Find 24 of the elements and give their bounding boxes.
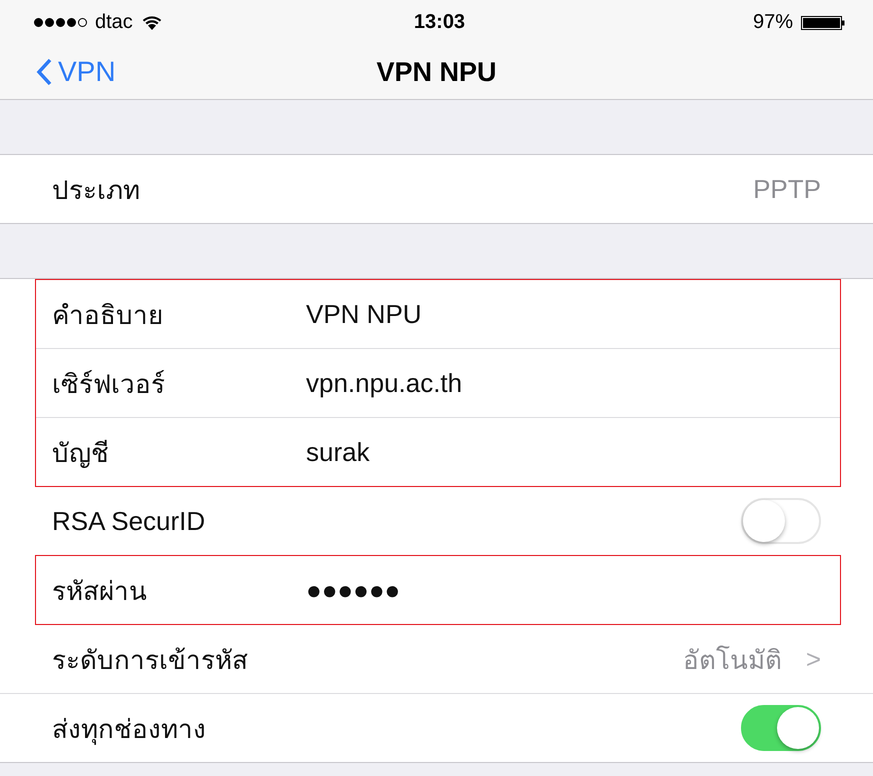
field-value[interactable]: surak	[306, 436, 822, 468]
back-button[interactable]: VPN	[36, 56, 116, 88]
row-label: บัญชี	[52, 436, 110, 470]
row-label: ส่งทุกช่องทาง	[52, 712, 207, 747]
battery-icon	[800, 16, 845, 30]
field-value[interactable]: VPN NPU	[306, 298, 822, 330]
row-label: ประเภท	[52, 174, 141, 206]
clock: 13:03	[412, 11, 466, 34]
field-value[interactable]: vpn.npu.ac.th	[306, 368, 822, 398]
row-label: ระดับการเข้ารหัส	[52, 644, 249, 676]
row-label: คำอธิบาย	[52, 298, 164, 332]
row-label: RSA SecurID	[52, 506, 206, 536]
back-chevron-icon	[36, 58, 52, 86]
row-value: อัตโนมัติ	[682, 644, 782, 676]
wifi-icon	[140, 14, 163, 31]
row-value: PPTP	[753, 174, 821, 204]
field-value[interactable]: ●●●●●●	[306, 574, 822, 606]
row-label: รหัสผ่าน	[52, 574, 148, 608]
battery-percent: 97%	[752, 11, 793, 34]
row-label: เซิร์ฟเวอร์	[52, 368, 166, 400]
screen-title: VPN NPU	[376, 56, 497, 86]
signal-icon	[34, 18, 87, 27]
toggle-switch[interactable]	[741, 705, 821, 751]
carrier-name: dtac	[95, 11, 133, 34]
